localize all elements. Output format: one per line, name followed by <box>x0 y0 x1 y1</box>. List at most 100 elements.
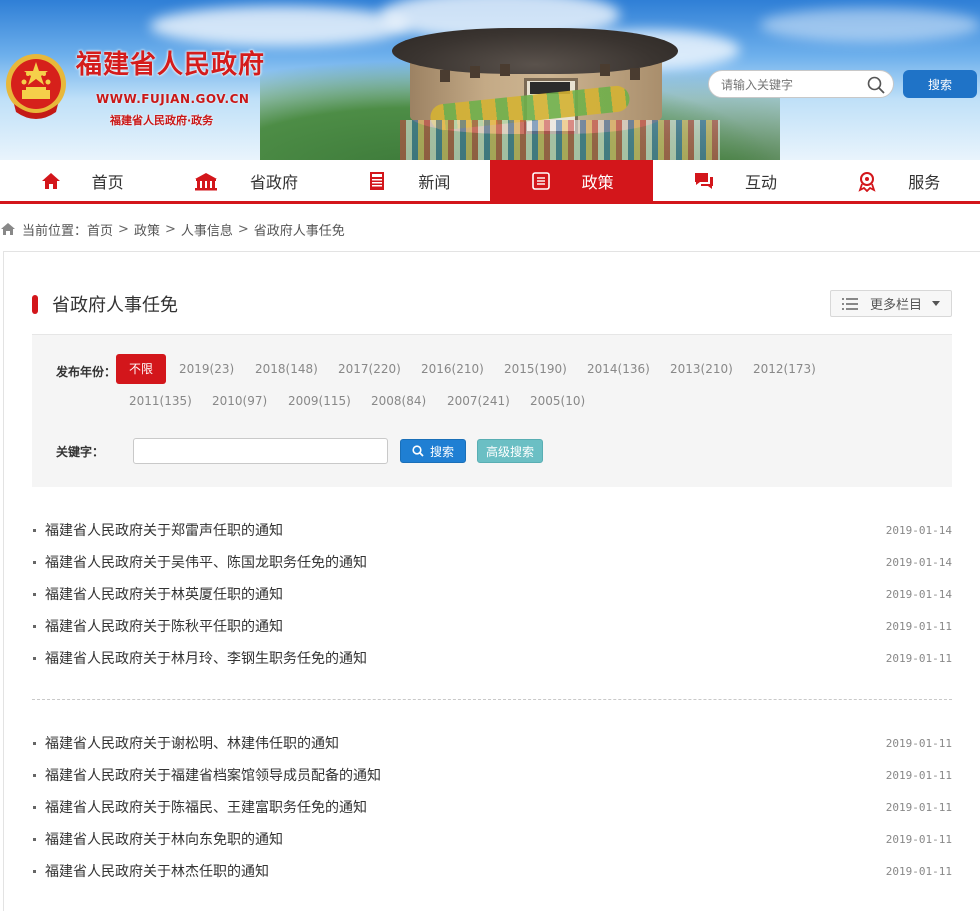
article-date: 2019-01-11 <box>885 768 952 782</box>
nav-label: 省政府 <box>249 172 298 192</box>
article-date: 2019-01-14 <box>885 587 952 601</box>
list-item[interactable]: 福建省人民政府关于陈福民、王建富职务任免的通知 2019-01-11 <box>32 791 952 823</box>
nav-item-home[interactable]: 首页 <box>0 160 163 201</box>
article-title[interactable]: 福建省人民政府关于林月玲、李钢生职务任免的通知 <box>45 648 367 668</box>
article-title[interactable]: 福建省人民政府关于陈福民、王建富职务任免的通知 <box>45 797 367 817</box>
advanced-search-button[interactable]: 高级搜索 <box>477 439 543 463</box>
keyword-input[interactable] <box>133 438 388 464</box>
bullet-icon <box>33 837 36 841</box>
year-chip[interactable]: 2016(210) <box>421 354 484 384</box>
list-item[interactable]: 福建省人民政府关于林向东免职的通知 2019-01-11 <box>32 823 952 855</box>
nav-label: 政策 <box>581 172 614 192</box>
banner-cloud <box>150 6 410 46</box>
list-item[interactable]: 福建省人民政府关于郑雷声任职的通知 2019-01-14 <box>32 514 952 546</box>
bullet-icon <box>33 869 36 873</box>
top-search-box[interactable] <box>708 70 894 98</box>
tulou-window <box>470 66 480 78</box>
list-item[interactable]: 福建省人民政府关于陈秋平任职的通知 2019-01-11 <box>32 610 952 642</box>
bullet-icon <box>33 528 36 532</box>
list-item[interactable]: 福建省人民政府关于林杰任职的通知 2019-01-11 <box>32 855 952 887</box>
bullet-icon <box>33 656 36 660</box>
service-icon <box>858 171 876 192</box>
article-date: 2019-01-11 <box>885 736 952 750</box>
nav-item-government[interactable]: 省政府 <box>163 160 326 201</box>
home-icon <box>41 172 60 189</box>
year-chip[interactable]: 2019(23) <box>179 354 234 384</box>
breadcrumb-separator: > <box>118 221 129 237</box>
article-title[interactable]: 福建省人民政府关于谢松明、林建伟任职的通知 <box>45 733 339 753</box>
column-title: 省政府人事任免 <box>32 291 178 317</box>
site-subtitle: 福建省人民政府·政务 <box>110 114 214 127</box>
search-icon <box>412 445 424 457</box>
document-icon <box>531 171 550 190</box>
year-chip[interactable]: 2009(115) <box>288 386 351 416</box>
list-divider <box>32 699 952 700</box>
article-date: 2019-01-14 <box>885 523 952 537</box>
article-title[interactable]: 福建省人民政府关于陈秋平任职的通知 <box>45 616 283 636</box>
list-item[interactable]: 福建省人民政府关于林月玲、李钢生职务任免的通知 2019-01-11 <box>32 642 952 674</box>
year-chip[interactable]: 2014(136) <box>587 354 650 384</box>
nav-item-service[interactable]: 服务 <box>817 160 980 201</box>
nav-item-news[interactable]: 新闻 <box>327 160 490 201</box>
year-chip[interactable]: 2011(135) <box>129 386 192 416</box>
list-item[interactable]: 福建省人民政府关于谢松明、林建伟任职的通知 2019-01-11 <box>32 727 952 759</box>
banner-cloud <box>760 8 980 42</box>
breadcrumb-policy[interactable]: 政策 <box>134 220 160 239</box>
site-title: 福建省人民政府 <box>76 50 266 80</box>
list-icon <box>842 297 858 310</box>
nav-label: 首页 <box>91 172 124 192</box>
article-date: 2019-01-11 <box>885 800 952 814</box>
tulou-window <box>440 70 450 82</box>
nav-item-policy[interactable]: 政策 <box>489 160 654 201</box>
list-item[interactable]: 福建省人民政府关于林英厦任职的通知 2019-01-14 <box>32 578 952 610</box>
list-item[interactable]: 福建省人民政府关于吴伟平、陈国龙职务任免的通知 2019-01-14 <box>32 546 952 578</box>
year-chip[interactable]: 2015(190) <box>504 354 567 384</box>
filter-search-button[interactable]: 搜索 <box>400 439 466 463</box>
more-columns-label: 更多栏目 <box>870 298 923 313</box>
year-chip[interactable]: 2010(97) <box>212 386 267 416</box>
breadcrumb-current[interactable]: 省政府人事任免 <box>254 220 345 239</box>
year-chip[interactable]: 2018(148) <box>255 354 318 384</box>
year-chip[interactable]: 2017(220) <box>338 354 401 384</box>
title-accent-bar <box>32 294 38 314</box>
year-filter-label: 发布年份： <box>56 365 117 379</box>
tulou-window <box>630 68 640 80</box>
filter-panel: 发布年份： 不限 2019(23) 2018(148) 2017(220) 20… <box>32 334 952 487</box>
bullet-icon <box>33 741 36 745</box>
year-chip[interactable]: 2013(210) <box>670 354 733 384</box>
nav-item-interaction[interactable]: 互动 <box>653 160 816 201</box>
nav-label: 新闻 <box>418 172 451 192</box>
chat-icon <box>694 172 713 189</box>
article-title[interactable]: 福建省人民政府关于林杰任职的通知 <box>45 861 269 881</box>
article-title[interactable]: 福建省人民政府关于郑雷声任职的通知 <box>45 520 283 540</box>
year-chip[interactable]: 2007(241) <box>447 386 510 416</box>
list-item[interactable]: 福建省人民政府关于福建省档案馆领导成员配备的通知 2019-01-11 <box>32 759 952 791</box>
article-title[interactable]: 福建省人民政府关于吴伟平、陈国龙职务任免的通知 <box>45 552 367 572</box>
column-title-text: 省政府人事任免 <box>52 295 178 316</box>
year-chip[interactable]: 2005(10) <box>530 386 585 416</box>
search-icon[interactable] <box>867 76 885 94</box>
building-icon <box>194 172 217 190</box>
year-chip[interactable]: 2008(84) <box>371 386 426 416</box>
article-title[interactable]: 福建省人民政府关于福建省档案馆领导成员配备的通知 <box>45 765 381 785</box>
top-search-button[interactable]: 搜索 <box>903 70 977 98</box>
more-columns-button[interactable]: 更多栏目 <box>830 290 952 317</box>
top-search-input[interactable] <box>721 76 861 94</box>
breadcrumb-personnel[interactable]: 人事信息 <box>181 220 233 239</box>
filter-search-label: 搜索 <box>429 444 454 459</box>
article-date: 2019-01-11 <box>885 619 952 633</box>
header-banner: 福建省人民政府 WWW.FUJIAN.GOV.CN 福建省人民政府·政务 搜索 <box>0 0 980 160</box>
breadcrumb-separator: > <box>164 221 176 237</box>
article-date: 2019-01-14 <box>885 555 952 569</box>
site-url: WWW.FUJIAN.GOV.CN <box>96 92 250 106</box>
bullet-icon <box>33 592 36 596</box>
bullet-icon <box>33 560 36 564</box>
home-icon <box>1 223 15 235</box>
article-title[interactable]: 福建省人民政府关于林向东免职的通知 <box>45 829 283 849</box>
article-title[interactable]: 福建省人民政府关于林英厦任职的通知 <box>45 584 283 604</box>
year-chip[interactable]: 2012(173) <box>753 354 816 384</box>
breadcrumb-home[interactable]: 首页 <box>87 220 113 239</box>
article-list-2: 福建省人民政府关于谢松明、林建伟任职的通知 2019-01-11 福建省人民政府… <box>32 727 952 887</box>
year-chip-all[interactable]: 不限 <box>116 354 166 384</box>
nav-label: 服务 <box>908 172 941 192</box>
